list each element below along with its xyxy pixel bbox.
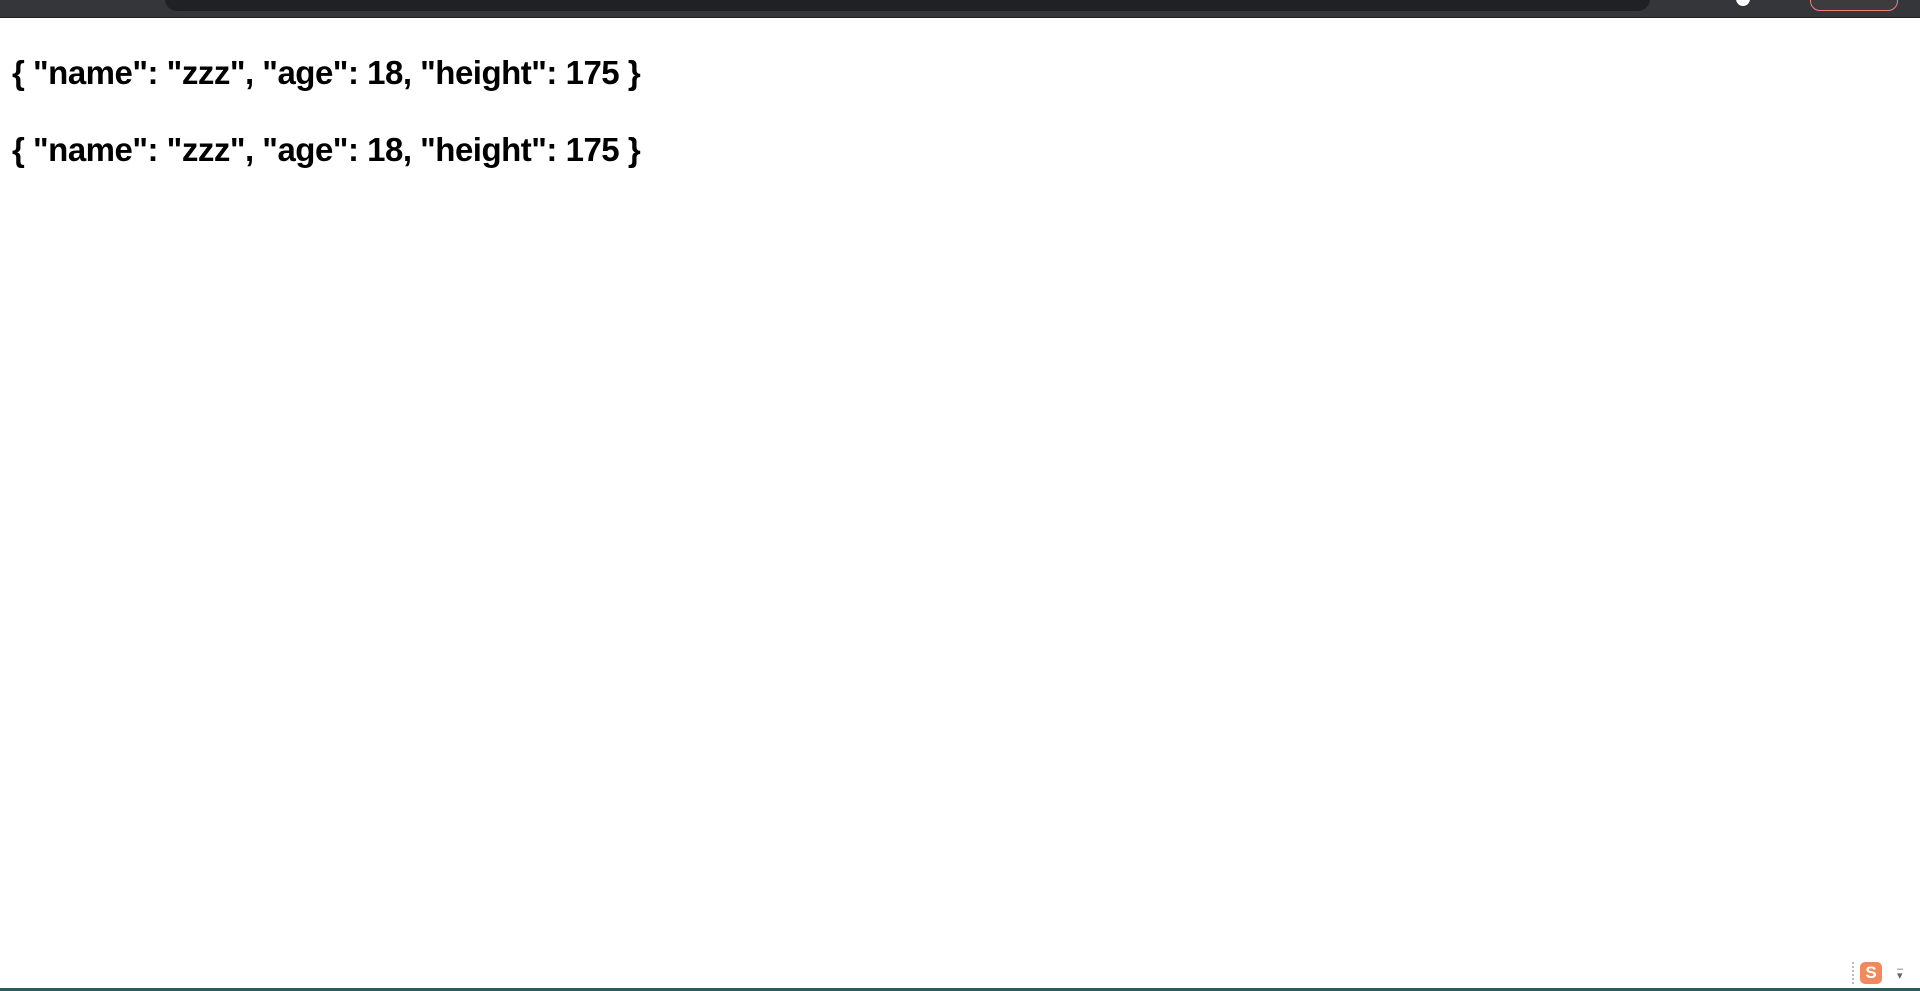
json-output-line: { "name": "zzz", "age": 18, "height": 17… xyxy=(12,54,641,91)
browser-toolbar xyxy=(0,0,1920,18)
profile-icon[interactable] xyxy=(1736,0,1750,6)
update-button[interactable] xyxy=(1810,0,1898,11)
ime-menu-icon[interactable]: – ▾ xyxy=(1897,964,1903,982)
ime-drag-handle[interactable] xyxy=(1852,962,1856,984)
address-bar[interactable] xyxy=(165,0,1650,11)
json-output-line: { "name": "zzz", "age": 18, "height": 17… xyxy=(12,131,641,168)
sogou-input-icon[interactable]: S xyxy=(1860,962,1882,984)
